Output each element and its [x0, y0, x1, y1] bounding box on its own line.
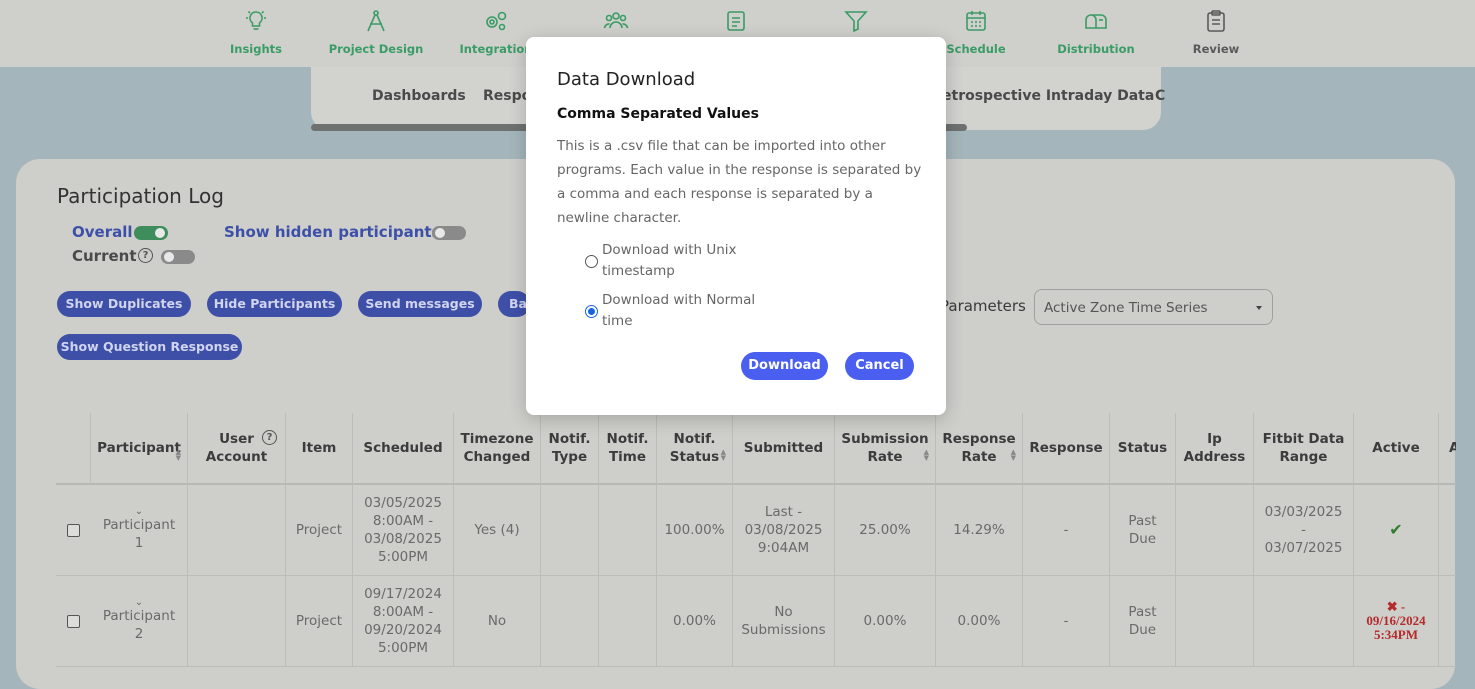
- data-download-dialog: Data Download Comma Separated Values Thi…: [526, 37, 946, 415]
- normal-time-radio[interactable]: [585, 305, 598, 318]
- unix-timestamp-radio[interactable]: [585, 255, 598, 268]
- dialog-description: This is a .csv file that can be imported…: [557, 138, 922, 226]
- dialog-subtitle: Comma Separated Values: [557, 106, 759, 122]
- download-button[interactable]: Download: [741, 352, 828, 380]
- normal-time-label[interactable]: Download with Normal time: [602, 290, 762, 332]
- cancel-button[interactable]: Cancel: [845, 352, 914, 380]
- unix-timestamp-label[interactable]: Download with Unix timestamp: [602, 240, 762, 282]
- dialog-title: Data Download: [557, 69, 696, 90]
